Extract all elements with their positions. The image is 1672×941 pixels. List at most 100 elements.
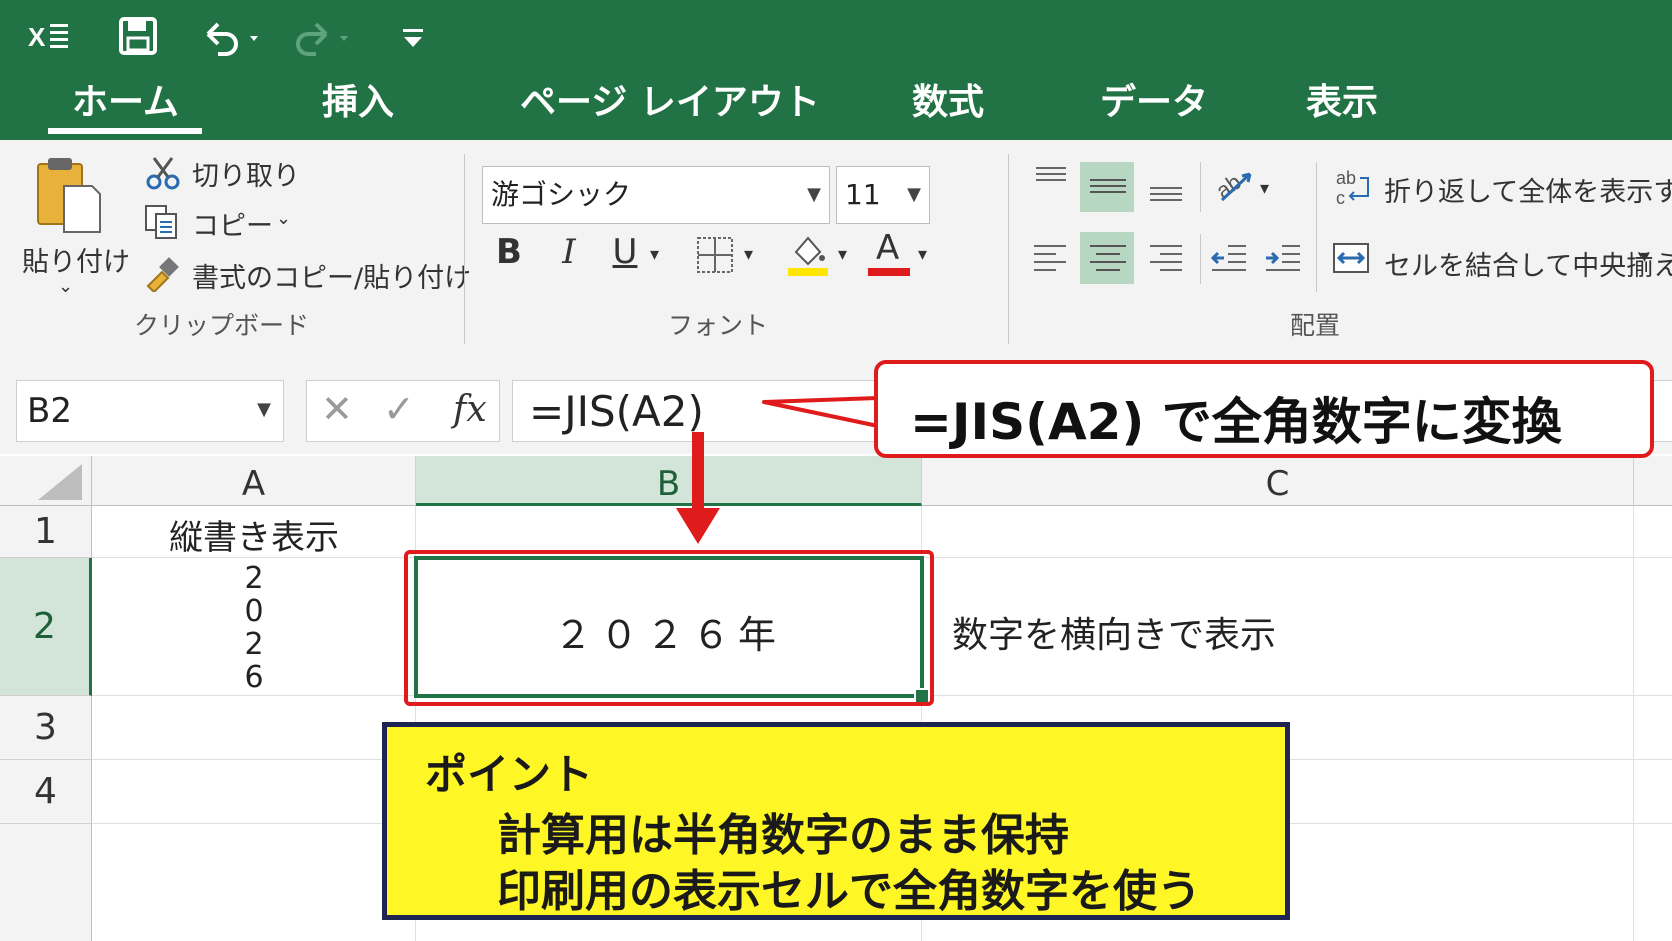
borders-dropdown-icon[interactable]: ▾ [744,244,753,265]
borders-icon[interactable] [696,236,736,276]
copy-dropdown-icon[interactable]: ⌄ [276,208,291,229]
clipboard-group-label: クリップボード [134,311,310,340]
font-size-select[interactable]: 11 ▼ [836,166,930,224]
align-right-icon[interactable] [1146,238,1186,278]
cell-a2-char: 0 [244,594,264,629]
italic-button[interactable]: I [552,232,586,272]
fill-color-icon[interactable] [786,232,830,278]
fill-color-dropdown-icon[interactable]: ▾ [838,244,847,265]
title-bar: X ホーム 挿入 ページ レイアウト 数式 データ 表示 [0,0,1672,140]
row-header-5[interactable] [0,824,92,941]
tab-data[interactable]: データ [1100,78,1208,128]
point-note-box: ポイント 計算用は半角数字のまま保持 印刷用の表示セルで全角数字を使う [382,722,1290,920]
paste-icon[interactable] [34,156,106,236]
font-color-button[interactable]: A [868,228,912,278]
chevron-down-icon: ▼ [807,184,821,205]
merge-center-icon [1332,238,1372,278]
cancel-icon[interactable]: ✕ [321,387,353,431]
tab-view[interactable]: 表示 [1306,78,1378,128]
point-title: ポイント [425,750,594,799]
active-tab-indicator [48,128,202,134]
enter-icon[interactable]: ✓ [383,387,415,431]
excel-logo-icon: X [26,16,72,56]
svg-text:c: c [1336,188,1345,208]
merge-center-button[interactable]: セルを結合して中央揃え [1384,244,1672,283]
tab-home[interactable]: ホーム [72,78,179,128]
column-header-c[interactable]: C [922,456,1634,506]
column-header-a[interactable]: A [92,456,416,506]
cell-a2-char: 6 [244,660,264,695]
merge-dropdown-icon[interactable]: ▾ [1640,246,1649,267]
insert-function-icon[interactable]: fx [453,389,487,430]
bold-button[interactable]: B [492,232,526,272]
font-size-value: 11 [845,178,881,211]
paste-dropdown-icon[interactable]: ⌄ [58,276,73,297]
formula-actions: ✕ ✓ fx [306,380,500,442]
wrap-text-icon: ab c [1334,168,1374,208]
font-name-select[interactable]: 游ゴシック ▼ [482,166,830,224]
increase-indent-icon[interactable] [1264,238,1304,278]
select-all-corner[interactable] [0,456,92,506]
tab-insert[interactable]: 挿入 [322,78,394,128]
ribbon: 貼り付け ⌄ 切り取り コピー ⌄ 書式のコピー/貼り付け クリップボード 游ゴ… [0,140,1672,359]
cell-a2-char: 2 [244,561,264,596]
align-middle-icon[interactable] [1088,166,1128,206]
cell-a2-char: 2 [244,627,264,662]
divider [1316,162,1317,292]
orientation-dropdown-icon[interactable]: ▾ [1260,178,1269,199]
divider [1200,162,1201,212]
down-arrow-icon [676,432,720,546]
cell-c2[interactable]: 数字を横向きで表示 [952,606,1276,658]
formula-callout-text: =JIS(A2) で全角数字に変換 [910,393,1562,451]
formula-callout: =JIS(A2) で全角数字に変換 [874,360,1654,458]
copy-icon [144,204,180,240]
decrease-indent-icon[interactable] [1210,238,1250,278]
save-icon[interactable] [118,16,158,56]
column-header-b[interactable]: B [416,456,922,506]
name-box-value: B2 [27,391,72,431]
copy-button[interactable]: コピー [192,204,273,243]
chevron-down-icon: ▼ [257,399,271,420]
wrap-text-button[interactable]: 折り返して全体を表示する [1384,170,1672,209]
underline-dropdown-icon[interactable]: ▾ [650,244,659,265]
font-name-value: 游ゴシック [491,178,632,211]
tab-page-layout[interactable]: ページ レイアウト [520,78,820,128]
chevron-down-icon: ▼ [907,184,921,205]
undo-icon[interactable] [200,18,270,58]
row-header-4[interactable]: 4 [0,760,92,824]
gridline [1633,506,1634,941]
format-painter-button[interactable]: 書式のコピー/貼り付け [192,256,471,295]
font-group-label: フォント [668,311,769,340]
customize-quick-access-icon[interactable] [398,22,428,52]
tab-formulas[interactable]: 数式 [912,78,984,128]
callout-pointer [760,380,880,450]
svg-text:ab: ab [1336,168,1356,188]
name-box[interactable]: B2 ▼ [16,380,284,442]
paste-button[interactable]: 貼り付け [22,240,130,279]
font-color-letter: A [876,228,900,268]
divider [1200,234,1201,284]
row-header-3[interactable]: 3 [0,696,92,760]
cell-a2[interactable]: 2 0 2 6 [92,558,416,696]
formula-text: =JIS(A2) [529,387,704,436]
b2-highlight-frame [404,550,934,706]
underline-button[interactable]: U [608,232,642,272]
divider [1008,154,1009,344]
row-header-2[interactable]: 2 [0,558,92,696]
text-orientation-icon[interactable]: ab [1211,164,1258,204]
cell-a1[interactable]: 縦書き表示 [92,510,416,559]
redo-icon[interactable] [290,18,360,58]
point-line-2: 印刷用の表示セルで全角数字を使う [497,866,1201,917]
align-top-icon[interactable] [1032,162,1072,202]
font-color-swatch [868,268,910,276]
svg-text:ab: ab [1214,169,1246,204]
point-line-1: 計算用は半角数字のまま保持 [497,810,1069,861]
cut-button[interactable]: 切り取り [192,154,300,193]
format-painter-icon [144,256,180,294]
column-header-d[interactable] [1634,456,1672,506]
row-header-1[interactable]: 1 [0,506,92,558]
font-color-dropdown-icon[interactable]: ▾ [918,244,927,265]
align-left-icon[interactable] [1032,238,1072,278]
align-center-icon[interactable] [1088,238,1128,278]
align-bottom-icon[interactable] [1146,166,1186,206]
